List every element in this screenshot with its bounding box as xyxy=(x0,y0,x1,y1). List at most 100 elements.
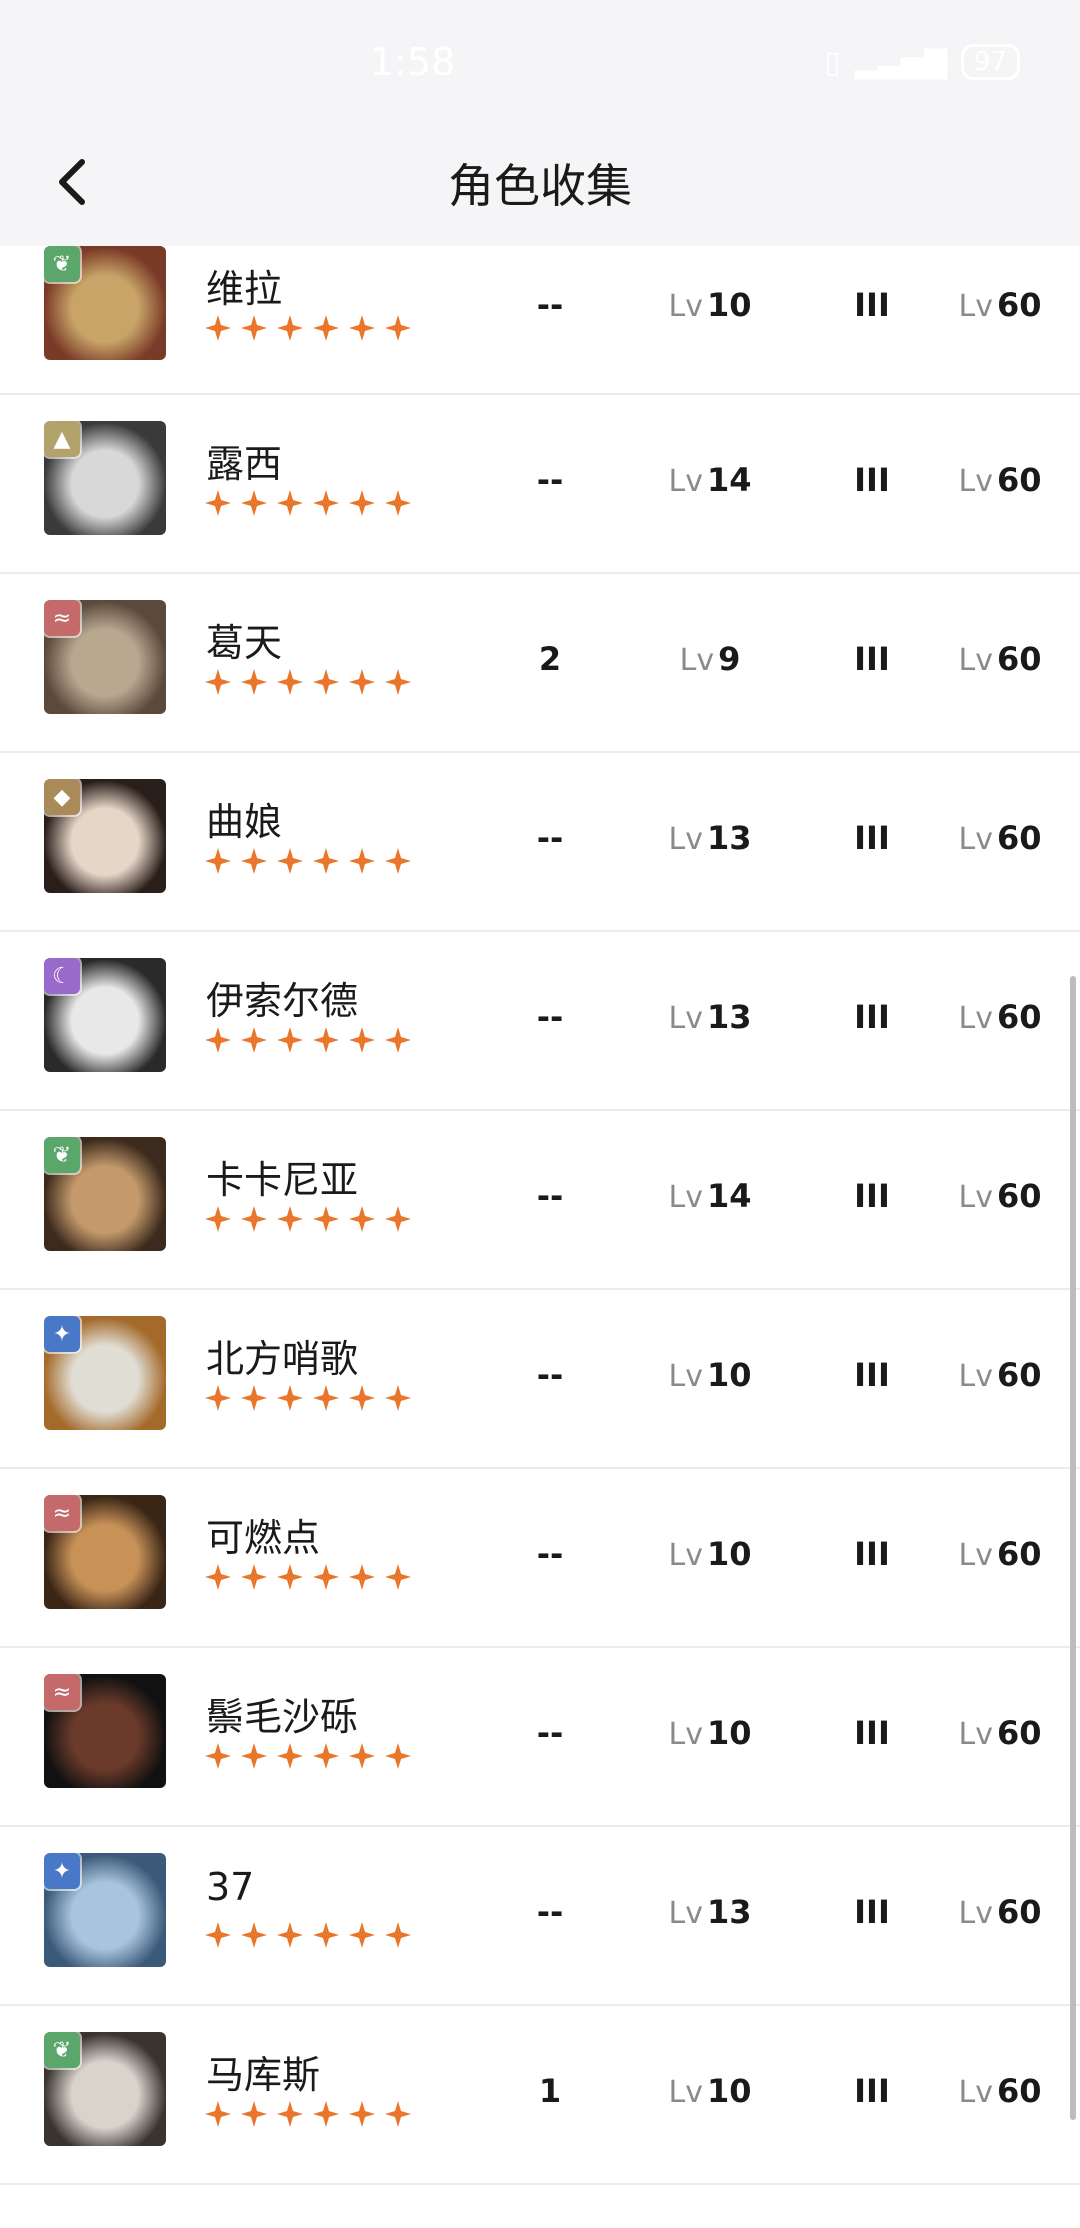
character-row[interactable]: ❦ 维拉 -- Lv 10 III Lv 60 xyxy=(0,246,1080,395)
star-icon xyxy=(313,315,339,341)
star-icon xyxy=(313,1922,339,1948)
star-icon xyxy=(385,1027,411,1053)
character-row[interactable]: ❦ 卡卡尼亚 -- Lv 14 III Lv 60 xyxy=(0,1111,1080,1290)
star-icon xyxy=(277,1564,303,1590)
level-prefix: Lv xyxy=(668,1359,703,1394)
star-icon xyxy=(277,1743,303,1769)
rarity-stars xyxy=(204,1205,412,1233)
star-icon xyxy=(349,2101,375,2127)
star-icon xyxy=(313,1385,339,1411)
star-icon xyxy=(385,2101,411,2127)
level-prefix: Lv xyxy=(668,1896,703,1931)
max-level-prefix: Lv xyxy=(958,1359,993,1394)
character-avatar: ≈ xyxy=(44,1495,166,1609)
rank-value: III xyxy=(854,2072,890,2110)
star-icon xyxy=(313,1027,339,1053)
max-level-value: 60 xyxy=(996,1893,1042,1931)
character-name: 曲娘 xyxy=(206,800,283,844)
max-level-prefix: Lv xyxy=(958,1896,993,1931)
max-level-value: 60 xyxy=(996,286,1042,324)
level-value: 14 xyxy=(706,461,752,499)
app-header: 角色收集 xyxy=(0,120,1080,246)
star-icon xyxy=(385,1564,411,1590)
max-level: Lv 60 xyxy=(940,1714,1060,1752)
scrollbar[interactable] xyxy=(1070,976,1076,2120)
character-row[interactable]: ▲ 露西 -- Lv 14 III Lv 60 xyxy=(0,395,1080,574)
rank-value: III xyxy=(854,1714,890,1752)
star-icon xyxy=(349,1922,375,1948)
character-name: 鬃毛沙砾 xyxy=(206,1695,359,1739)
max-level-value: 60 xyxy=(996,1714,1042,1752)
duplicate-count: -- xyxy=(536,286,564,324)
star-icon xyxy=(385,1922,411,1948)
star-icon xyxy=(385,1743,411,1769)
level-value: 10 xyxy=(706,1356,752,1394)
duplicate-count: -- xyxy=(536,998,564,1036)
level-prefix: Lv xyxy=(668,822,703,857)
character-row[interactable]: ≈ 葛天 2 Lv 9 III Lv 60 xyxy=(0,574,1080,753)
star-icon xyxy=(313,1564,339,1590)
star-icon xyxy=(277,1206,303,1232)
star-icon xyxy=(349,1564,375,1590)
status-time: 1:58 xyxy=(370,40,456,84)
max-level: Lv 60 xyxy=(940,1893,1060,1931)
star-icon xyxy=(277,1027,303,1053)
star-icon xyxy=(385,1385,411,1411)
rarity-stars xyxy=(204,668,412,696)
star-icon xyxy=(241,669,267,695)
star-icon xyxy=(385,315,411,341)
status-icons: ▯ ▂▃▅▇ 97 xyxy=(824,44,1020,80)
rarity-stars xyxy=(204,2100,412,2128)
character-row[interactable]: ☾ 伊索尔德 -- Lv 13 III Lv 60 xyxy=(0,932,1080,1111)
fire-element-icon: ≈ xyxy=(44,600,80,636)
rarity-stars xyxy=(204,1563,412,1591)
max-level-prefix: Lv xyxy=(958,2075,993,2110)
character-level: Lv 13 xyxy=(640,819,780,857)
character-row[interactable]: ✦ 北方哨歌 -- Lv 10 III Lv 60 xyxy=(0,1290,1080,1469)
character-name: 维拉 xyxy=(206,267,283,311)
level-prefix: Lv xyxy=(668,1180,703,1215)
star-icon xyxy=(205,1206,231,1232)
max-level: Lv 60 xyxy=(940,1356,1060,1394)
max-level-value: 60 xyxy=(996,1356,1042,1394)
character-row[interactable]: ✦ 37 -- Lv 13 III Lv 60 xyxy=(0,1827,1080,2006)
character-row[interactable]: ≈ 可燃点 -- Lv 10 III Lv 60 xyxy=(0,1469,1080,1648)
star-icon xyxy=(241,1564,267,1590)
character-avatar: ▲ xyxy=(44,421,166,535)
star-icon xyxy=(313,1206,339,1232)
rank-value: III xyxy=(854,640,890,678)
star-icon xyxy=(277,490,303,516)
duplicate-count: -- xyxy=(536,1356,564,1394)
rarity-stars xyxy=(204,1384,412,1412)
character-level: Lv 10 xyxy=(640,1535,780,1573)
character-level: Lv 10 xyxy=(640,286,780,324)
duplicate-count: -- xyxy=(536,1177,564,1215)
max-level-value: 60 xyxy=(996,2072,1042,2110)
character-avatar: ☾ xyxy=(44,958,166,1072)
character-avatar: ✦ xyxy=(44,1316,166,1430)
mountain-element-icon: ▲ xyxy=(44,421,80,457)
character-level: Lv 10 xyxy=(640,1714,780,1752)
character-avatar: ❦ xyxy=(44,1137,166,1251)
max-level-value: 60 xyxy=(996,1535,1042,1573)
character-name: 卡卡尼亚 xyxy=(206,1158,359,1202)
max-level-value: 60 xyxy=(996,461,1042,499)
star-icon xyxy=(385,848,411,874)
level-value: 14 xyxy=(706,1177,752,1215)
duplicate-count: -- xyxy=(536,819,564,857)
character-level: Lv 9 xyxy=(640,640,780,678)
max-level: Lv 60 xyxy=(940,819,1060,857)
moon-element-icon: ☾ xyxy=(44,958,80,994)
character-row[interactable]: ≈ 鬃毛沙砾 -- Lv 10 III Lv 60 xyxy=(0,1648,1080,1827)
level-value: 9 xyxy=(718,640,741,678)
character-row[interactable]: ❦ 马库斯 1 Lv 10 III Lv 60 xyxy=(0,2006,1080,2185)
level-prefix: Lv xyxy=(668,2075,703,2110)
max-level-prefix: Lv xyxy=(958,1180,993,1215)
rarity-stars xyxy=(204,1742,412,1770)
vibrate-icon: ▯ xyxy=(824,44,841,80)
rank-value: III xyxy=(854,1356,890,1394)
character-level: Lv 10 xyxy=(640,1356,780,1394)
star-icon xyxy=(385,1206,411,1232)
character-row[interactable]: ◆ 曲娘 -- Lv 13 III Lv 60 xyxy=(0,753,1080,932)
rarity-stars xyxy=(204,847,412,875)
